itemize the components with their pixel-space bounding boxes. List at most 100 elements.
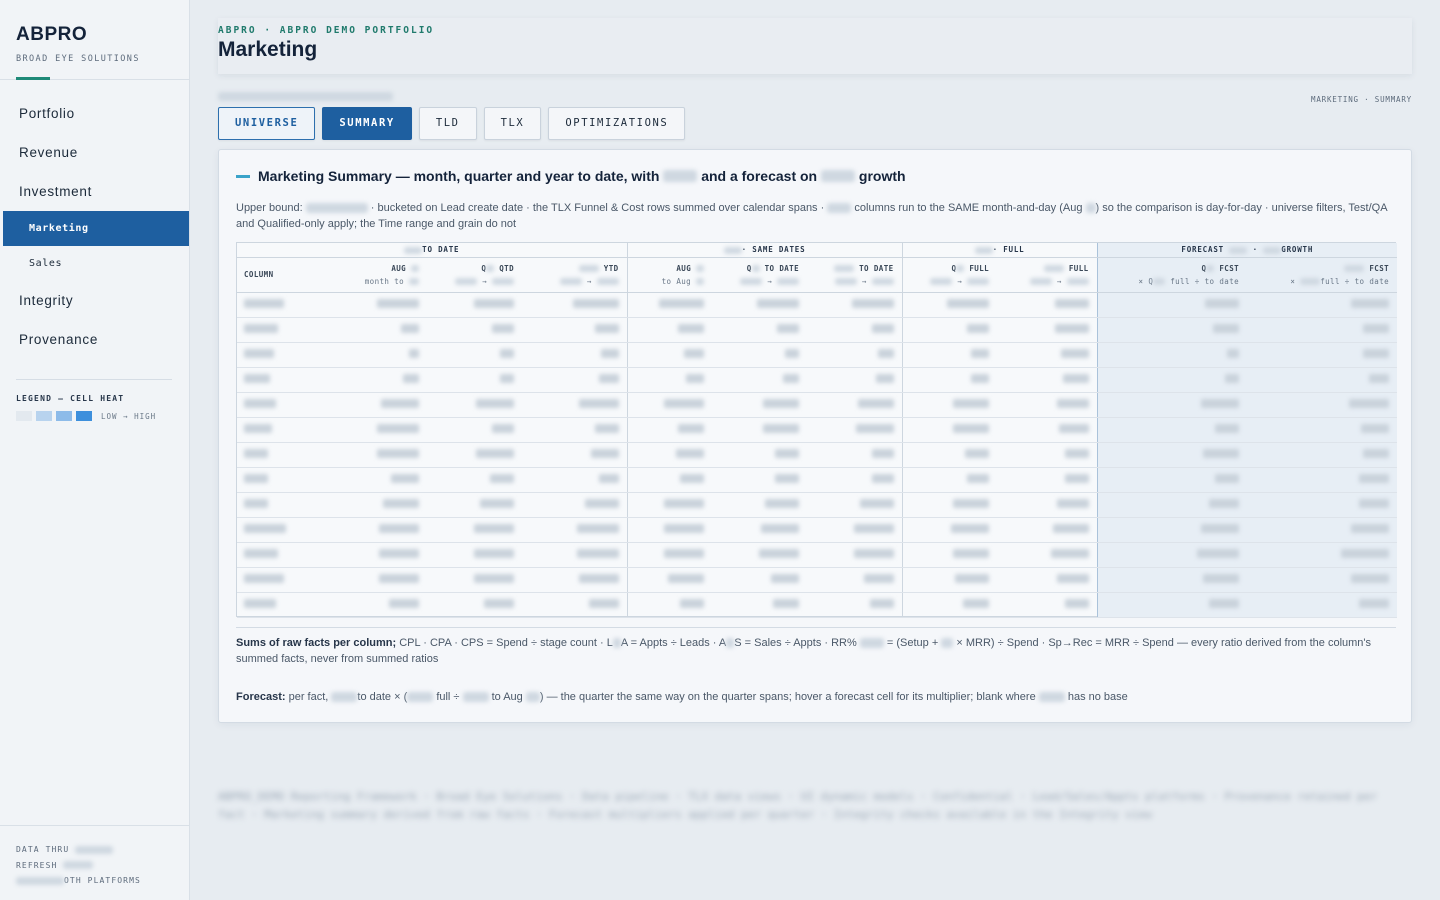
value-cell <box>626 467 713 493</box>
value-cell <box>901 592 998 618</box>
row-label-cell <box>237 592 332 618</box>
value-cell <box>1247 567 1398 593</box>
value-cell <box>807 292 903 318</box>
value-cell <box>427 342 522 368</box>
value-cell <box>712 342 808 368</box>
row-label-cell <box>237 492 332 518</box>
value-cell <box>901 417 998 443</box>
value-cell <box>332 467 427 493</box>
value-cell <box>1247 417 1398 443</box>
value-cell <box>807 367 903 393</box>
value-cell <box>522 367 628 393</box>
value-cell <box>1096 567 1248 593</box>
value-cell <box>807 542 903 568</box>
value-cell <box>1096 542 1248 568</box>
refresh-label: REFRESH <box>16 858 174 874</box>
value-cell <box>1247 517 1398 543</box>
card-divider <box>236 627 1396 628</box>
value-cell <box>997 492 1098 518</box>
table-row <box>237 517 1398 543</box>
value-cell <box>332 342 427 368</box>
value-cell <box>522 467 628 493</box>
value-cell <box>901 442 998 468</box>
value-cell <box>332 392 427 418</box>
brand-subtitle: BROAD EYE SOLUTIONS <box>16 54 140 64</box>
page-footer-text: ABPRO_DEMO Reporting Framework · Broad E… <box>218 790 1377 821</box>
value-cell <box>997 317 1098 343</box>
sidebar-item-integrity[interactable]: Integrity <box>0 281 189 320</box>
value-cell <box>712 442 808 468</box>
value-cell <box>901 317 998 343</box>
value-cell <box>427 467 522 493</box>
value-cell <box>712 517 808 543</box>
value-cell <box>997 517 1098 543</box>
value-cell <box>332 442 427 468</box>
marketing-summary-card: Marketing Summary — month, quarter and y… <box>218 149 1412 723</box>
value-cell <box>1096 592 1248 618</box>
value-cell <box>1247 392 1398 418</box>
column-header-full: FULL → <box>997 257 1098 293</box>
value-cell <box>997 342 1098 368</box>
sidebar-item-revenue[interactable]: Revenue <box>0 133 189 172</box>
value-cell <box>332 317 427 343</box>
value-cell <box>626 517 713 543</box>
value-cell <box>997 417 1098 443</box>
value-cell <box>712 567 808 593</box>
value-cell <box>626 492 713 518</box>
value-cell <box>901 567 998 593</box>
value-cell <box>997 592 1098 618</box>
value-cell <box>1096 417 1248 443</box>
sidebar-item-portfolio[interactable]: Portfolio <box>0 94 189 133</box>
tab-optimizations[interactable]: OPTIMIZATIONS <box>548 107 686 140</box>
group-header-full: · FULL <box>901 243 1098 258</box>
value-cell <box>626 392 713 418</box>
value-cell <box>807 342 903 368</box>
sidebar-item-marketing[interactable]: Marketing <box>3 211 189 246</box>
view-tabs: UNIVERSE SUMMARY TLD TLX OPTIMIZATIONS <box>218 107 692 140</box>
value-cell <box>997 292 1098 318</box>
row-label-cell <box>237 392 332 418</box>
value-cell <box>1096 517 1248 543</box>
value-cell <box>1096 342 1248 368</box>
value-cell <box>1096 367 1248 393</box>
group-header-same-dates: · SAME DATES <box>626 243 903 258</box>
row-label-cell <box>237 567 332 593</box>
value-cell <box>427 442 522 468</box>
page-title: Marketing <box>218 38 318 61</box>
value-cell <box>712 317 808 343</box>
column-header-fcst: FCST × full ÷ to date <box>1247 257 1398 293</box>
value-cell <box>522 542 628 568</box>
blurred-breadcrumb <box>218 92 393 101</box>
column-header-aug-same: AUG to Aug <box>626 257 713 293</box>
value-cell <box>1247 342 1398 368</box>
value-cell <box>1247 367 1398 393</box>
value-cell <box>807 567 903 593</box>
tab-tld[interactable]: TLD <box>418 107 477 140</box>
value-cell <box>997 467 1098 493</box>
value-cell <box>1096 392 1248 418</box>
tab-summary[interactable]: SUMMARY <box>322 107 412 140</box>
value-cell <box>712 417 808 443</box>
sidebar-item-investment[interactable]: Investment <box>0 172 189 211</box>
sidebar-item-provenance[interactable]: Provenance <box>0 320 189 359</box>
value-cell <box>901 542 998 568</box>
value-cell <box>626 442 713 468</box>
value-cell <box>427 492 522 518</box>
row-label-cell <box>237 292 332 318</box>
legend-swatch <box>16 411 32 421</box>
title-accent <box>236 174 250 178</box>
legend-swatches: LOW → HIGH <box>16 411 172 421</box>
sidebar-item-sales[interactable]: Sales <box>0 246 189 281</box>
tab-universe[interactable]: UNIVERSE <box>218 107 316 140</box>
table-body <box>237 292 1398 618</box>
row-label-cell <box>237 317 332 343</box>
row-label-cell <box>237 442 332 468</box>
value-cell <box>712 292 808 318</box>
tab-tlx[interactable]: TLX <box>483 107 542 140</box>
value-cell <box>427 592 522 618</box>
table-row <box>237 367 1398 393</box>
value-cell <box>712 367 808 393</box>
value-cell <box>807 317 903 343</box>
value-cell <box>901 517 998 543</box>
table-row <box>237 417 1398 443</box>
